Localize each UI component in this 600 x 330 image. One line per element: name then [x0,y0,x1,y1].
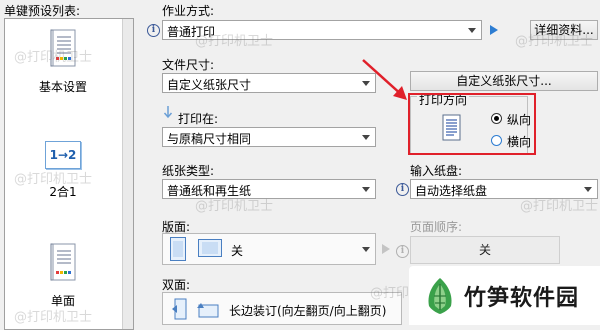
custom-paper-size-button[interactable]: 自定义纸张尺寸... [410,71,598,91]
preset-scrollbar[interactable] [122,19,133,329]
play-arrow-icon[interactable] [490,25,498,35]
brand-overlay: 竹笋软件园 [409,266,600,325]
chevron-down-icon [357,241,375,259]
preset-label: 基本设置 [38,80,87,94]
duplex-long-edge-icon [172,298,187,320]
preset-list[interactable]: 基本设置 1→2 2合1 单面 [4,18,134,330]
duplex-label: 双面: [162,278,191,292]
paper-type-select[interactable]: 普通纸和再生纸 [162,179,376,199]
single-page-icon [170,237,186,261]
landscape-page-icon [198,239,222,257]
play-arrow-icon [382,244,390,254]
job-type-select[interactable]: 普通打印 [162,20,482,40]
chevron-down-icon [579,180,597,198]
page-order-button: 关 [410,236,560,264]
preset-label: 单面 [50,294,75,308]
duplex-select[interactable]: 长边装订(向左翻页/向上翻页) [162,292,402,325]
info-icon[interactable]: i [396,183,409,196]
input-tray-value: 自动选择纸盘 [415,184,488,198]
preset-list-title: 单键预设列表: [4,4,81,18]
print-on-select[interactable]: 与原稿尺寸相同 [162,127,376,147]
print-on-label: 打印在: [178,112,219,126]
two-in-one-icon: 1→2 [45,141,81,169]
paper-size-value: 自定义纸张尺寸 [167,78,252,92]
preset-item-basic[interactable]: 基本设置 [5,29,121,95]
job-type-label: 作业方式: [162,4,215,18]
preset-label: 2合1 [49,185,77,199]
layout-select[interactable]: 关 [162,233,376,265]
orientation-highlight [408,93,536,155]
chevron-down-icon [357,128,375,146]
paper-type-label: 纸张类型: [162,164,215,178]
info-icon: i [396,245,409,258]
print-on-value: 与原稿尺寸相同 [167,132,252,146]
layout-value: 关 [231,244,244,258]
bamboo-logo-icon [428,278,452,314]
paper-size-select[interactable]: 自定义纸张尺寸 [162,73,376,93]
page-order-label: 页面顺序: [410,220,463,234]
details-button[interactable]: 详细资料... [530,20,598,40]
input-tray-label: 输入纸盘: [410,164,463,178]
preset-item-single[interactable]: 单面 [5,243,121,309]
job-type-value: 普通打印 [167,25,216,39]
info-icon[interactable]: i [147,24,160,37]
chevron-down-icon [357,180,375,198]
down-arrow-icon [163,106,173,119]
annotation-arrow-icon [362,59,407,100]
paper-type-value: 普通纸和再生纸 [167,184,252,198]
preset-item-2in1[interactable]: 1→2 2合1 [5,141,121,200]
duplex-value: 长边装订(向左翻页/向上翻页) [229,304,387,318]
chevron-down-icon [463,21,481,39]
paper-size-label: 文件尺寸: [162,58,215,72]
flip-up-icon [197,303,219,318]
document-icon [50,29,76,67]
brand-text: 竹笋软件园 [464,286,580,311]
document-icon [50,243,76,281]
input-tray-select[interactable]: 自动选择纸盘 [410,179,598,199]
